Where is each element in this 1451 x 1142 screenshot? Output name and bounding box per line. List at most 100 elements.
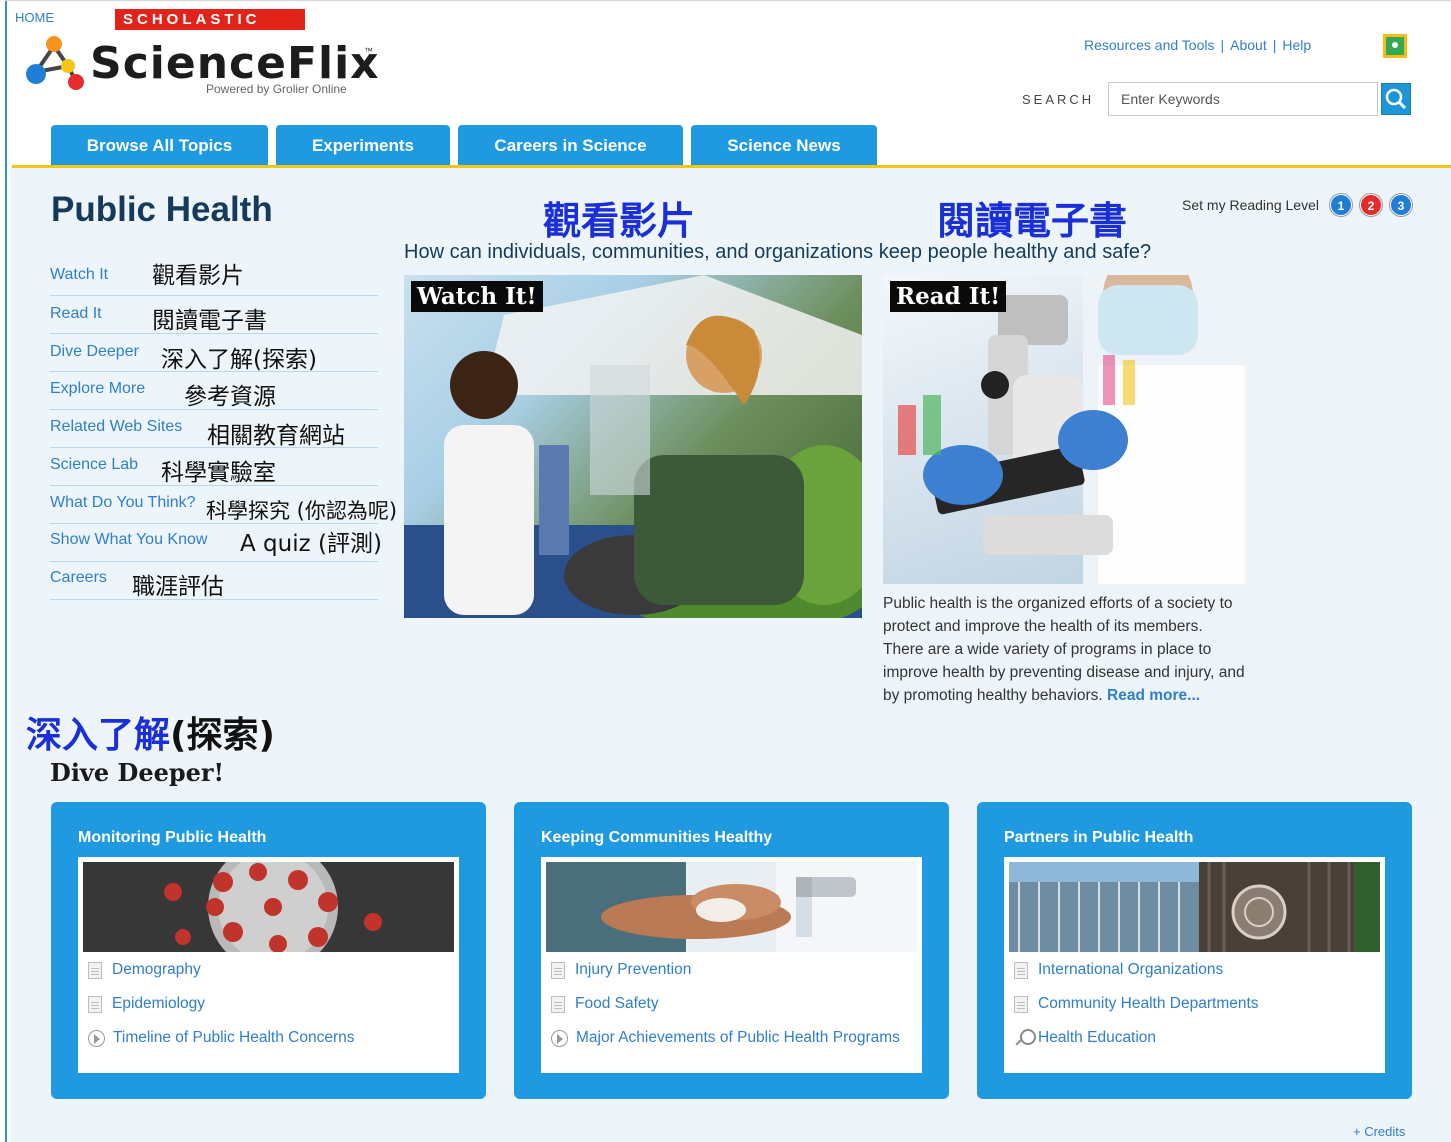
dive-card-image-handwashing: [546, 862, 917, 952]
dive-link-label: Timeline of Public Health Concerns: [113, 1029, 355, 1046]
left-nav-science-lab[interactable]: Science Lab 科學實驗室: [50, 448, 378, 486]
article-icon: [1014, 995, 1028, 1013]
app-tagline: Powered by Grolier Online: [206, 82, 347, 96]
about-link[interactable]: About: [1230, 37, 1267, 53]
dive-card-monitoring-public-health: Monitoring Public Health Demography Epid…: [51, 802, 486, 1099]
dive-card-body: Demography Epidemiology Timeline of Publ…: [78, 857, 459, 1073]
watch-it-photo: [404, 275, 862, 618]
dive-link-label: Major Achievements of Public Health Prog…: [576, 1029, 900, 1046]
cjk-heading-read: 閱讀電子書: [937, 199, 1128, 243]
dive-card-title[interactable]: Partners in Public Health: [1004, 829, 1193, 847]
left-nav-cjk-annotation: 職涯評估: [132, 574, 224, 600]
dive-link-food-safety[interactable]: Food Safety: [551, 993, 659, 1015]
left-nav-label[interactable]: Related Web Sites: [50, 418, 182, 436]
scholastic-logo[interactable]: SCHOLASTIC: [115, 9, 305, 30]
dive-deeper-title: Dive Deeper!: [50, 758, 225, 787]
dive-link-label: Epidemiology: [112, 995, 206, 1012]
article-icon: [551, 961, 565, 979]
search-icon: [1385, 88, 1407, 110]
left-nav-dive-deeper[interactable]: Dive Deeper 深入了解(探索): [50, 334, 378, 373]
watch-it-video-thumbnail[interactable]: Watch It!: [404, 275, 862, 618]
left-nav-label[interactable]: Watch It: [50, 266, 108, 284]
dive-link-community-health-departments[interactable]: Community Health Departments: [1014, 993, 1259, 1015]
left-nav-cjk-annotation: 閱讀電子書: [152, 308, 267, 334]
watch-it-label: Watch It!: [411, 281, 543, 312]
left-nav-cjk-annotation: 相關教育網站: [207, 423, 345, 449]
cjk-heading-dive-deeper-blue: 深入了解: [26, 715, 171, 756]
dive-link-label: Health Education: [1038, 1029, 1157, 1046]
left-nav-explore-more[interactable]: Explore More 參考資源: [50, 372, 378, 410]
left-nav-label[interactable]: Explore More: [50, 380, 145, 398]
reading-level-2-button[interactable]: 2: [1360, 194, 1382, 216]
tab-browse-all-topics[interactable]: Browse All Topics: [51, 125, 268, 167]
dive-link-injury-prevention[interactable]: Injury Prevention: [551, 959, 691, 981]
dive-card-body: International Organizations Community He…: [1004, 857, 1385, 1073]
cjk-heading-dive-deeper-rest: (探索): [170, 715, 275, 756]
left-nav-watch-it[interactable]: Watch It 觀看影片: [50, 258, 378, 296]
left-nav-related-web-sites[interactable]: Related Web Sites 相關教育網站: [50, 410, 378, 449]
google-classroom-share-icon[interactable]: [1383, 34, 1407, 58]
left-nav-label[interactable]: Show What You Know: [50, 531, 207, 549]
search-label: SEARCH: [1022, 92, 1095, 107]
reading-level-label: Set my Reading Level: [1182, 197, 1319, 213]
dive-link-label: Injury Prevention: [575, 961, 692, 978]
tab-experiments[interactable]: Experiments: [276, 125, 450, 167]
dive-card-body: Injury Prevention Food Safety Major Achi…: [541, 857, 922, 1073]
dive-link-international-organizations[interactable]: International Organizations: [1014, 959, 1223, 981]
magnifier-icon: [1014, 1027, 1036, 1049]
dive-card-image-who-building: [1009, 862, 1380, 952]
article-icon: [88, 961, 102, 979]
reading-level-3-button[interactable]: 3: [1390, 194, 1412, 216]
search-button[interactable]: [1381, 83, 1411, 115]
left-nav-cjk-annotation: 深入了解(探索): [161, 347, 317, 373]
dive-link-label: International Organizations: [1038, 961, 1224, 978]
dive-link-label: Food Safety: [575, 995, 659, 1012]
page-title: Public Health: [51, 190, 273, 229]
dive-link-demography[interactable]: Demography: [88, 959, 201, 981]
link-separator: |: [1220, 37, 1225, 53]
read-more-link[interactable]: Read more...: [1107, 687, 1200, 704]
read-it-label: Read It!: [890, 281, 1007, 312]
credits-link[interactable]: + Credits: [1353, 1124, 1405, 1139]
tab-science-news[interactable]: Science News: [691, 125, 877, 167]
article-icon: [88, 995, 102, 1013]
left-nav-cjk-annotation: 參考資源: [184, 384, 276, 410]
help-link[interactable]: Help: [1282, 37, 1311, 53]
left-nav-cjk-annotation: 觀看影片: [152, 263, 244, 289]
link-separator: |: [1272, 37, 1277, 53]
play-icon: [551, 1029, 568, 1047]
left-nav-cjk-annotation: A quiz (評測): [240, 531, 382, 557]
left-nav-label[interactable]: What Do You Think?: [50, 494, 196, 512]
article-icon: [1014, 961, 1028, 979]
frame-left-border: [5, 0, 7, 1142]
driving-question: How can individuals, communities, and or…: [404, 241, 1152, 263]
search-input[interactable]: [1108, 82, 1378, 116]
scienceflix-logo-icon: [26, 36, 84, 90]
left-nav-label[interactable]: Science Lab: [50, 456, 138, 474]
home-link[interactable]: HOME: [15, 10, 54, 25]
left-nav-read-it[interactable]: Read It 閱讀電子書: [50, 296, 378, 334]
dive-link-epidemiology[interactable]: Epidemiology: [88, 993, 205, 1015]
left-nav-label[interactable]: Read It: [50, 305, 102, 323]
trademark-mark: ™: [364, 46, 373, 56]
dive-link-timeline[interactable]: Timeline of Public Health Concerns: [88, 1027, 355, 1049]
read-it-ebook-thumbnail[interactable]: Read It!: [883, 275, 1245, 584]
reading-level-1-button[interactable]: 1: [1330, 194, 1352, 216]
utility-links: Resources and Tools | About | Help: [1084, 37, 1311, 53]
left-nav-careers[interactable]: Careers 職涯評估: [50, 562, 378, 600]
tab-careers-in-science[interactable]: Careers in Science: [458, 125, 683, 167]
dive-link-health-education[interactable]: Health Education: [1014, 1027, 1156, 1049]
left-nav-what-do-you-think[interactable]: What Do You Think? 科學探究 (你認為呢): [50, 486, 397, 524]
left-nav-cjk-annotation: 科學探究 (你認為呢): [206, 499, 398, 523]
dive-link-major-achievements[interactable]: Major Achievements of Public Health Prog…: [551, 1027, 900, 1049]
dive-card-title[interactable]: Keeping Communities Healthy: [541, 829, 772, 847]
dive-card-partners-in-public-health: Partners in Public Health International …: [977, 802, 1412, 1099]
cjk-heading-watch: 觀看影片: [543, 199, 696, 243]
resources-and-tools-link[interactable]: Resources and Tools: [1084, 37, 1214, 53]
left-nav-label[interactable]: Careers: [50, 569, 107, 587]
dive-card-title[interactable]: Monitoring Public Health: [78, 829, 266, 847]
dive-card-image-virus: [83, 862, 454, 952]
left-nav-cjk-annotation: 科學實驗室: [161, 460, 276, 486]
left-nav-show-what-you-know[interactable]: Show What You Know A quiz (評測): [50, 524, 382, 562]
left-nav-label[interactable]: Dive Deeper: [50, 343, 139, 361]
